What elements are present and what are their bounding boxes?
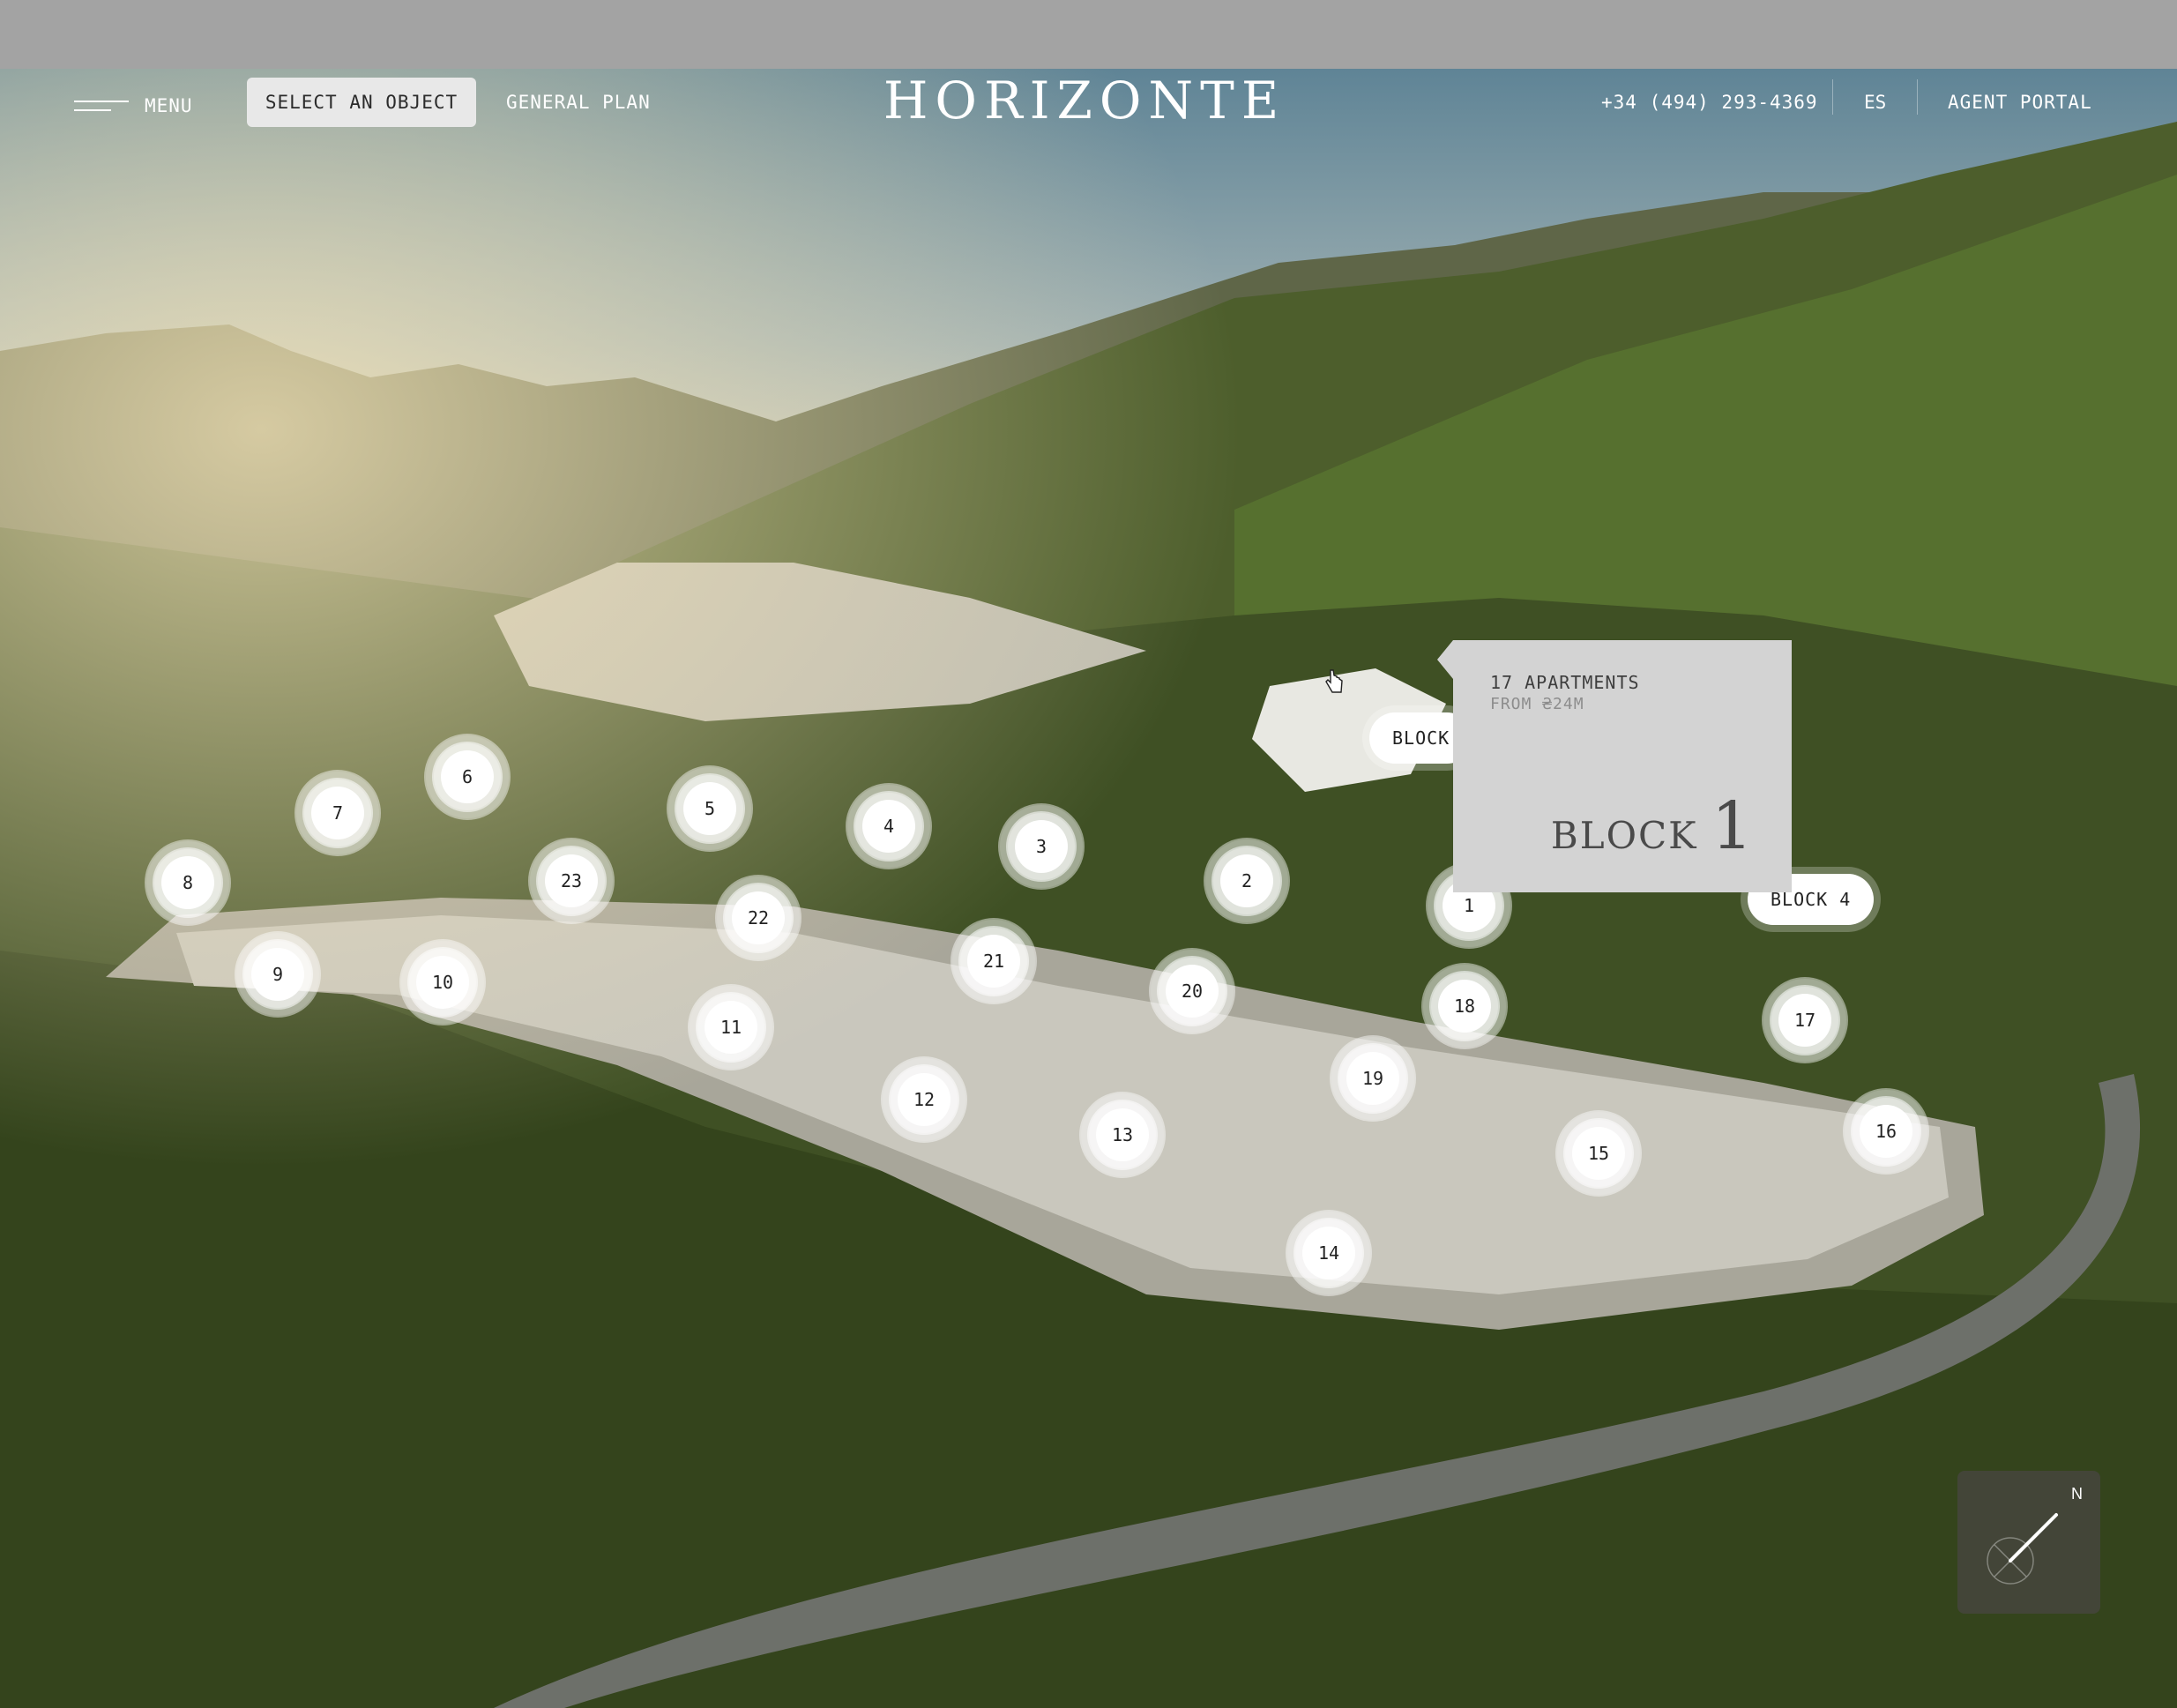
villa-marker[interactable]: 16 bbox=[1860, 1105, 1912, 1158]
select-object-button[interactable]: SELECT AN OBJECT bbox=[247, 78, 476, 127]
villa-marker[interactable]: 7 bbox=[311, 787, 364, 839]
villa-marker[interactable]: 8 bbox=[161, 856, 214, 909]
tooltip-block-number: 1 bbox=[1711, 788, 1755, 864]
hamburger-icon bbox=[74, 99, 129, 113]
villa-marker[interactable]: 5 bbox=[683, 782, 736, 835]
villa-marker[interactable]: 13 bbox=[1096, 1108, 1149, 1161]
browser-top-bar bbox=[0, 0, 2177, 69]
compass-north-label: N bbox=[2071, 1485, 2083, 1503]
menu-label: MENU bbox=[145, 95, 193, 116]
villa-marker[interactable]: 18 bbox=[1438, 980, 1491, 1033]
divider bbox=[1917, 79, 1918, 115]
general-plan-link[interactable]: GENERAL PLAN bbox=[506, 92, 651, 113]
phone-link[interactable]: +34 (494) 293-4369 bbox=[1601, 92, 1818, 113]
menu-button[interactable]: MENU bbox=[74, 95, 193, 116]
block-tooltip[interactable]: 17 APARTMENTS FROM ₴24M BLOCK 1 bbox=[1437, 640, 1792, 892]
villa-marker[interactable]: 20 bbox=[1166, 965, 1219, 1018]
divider bbox=[1832, 79, 1833, 115]
tooltip-apartments: 17 APARTMENTS bbox=[1490, 672, 1640, 693]
hand-cursor-icon bbox=[1325, 669, 1343, 693]
top-navigation: MENU SELECT AN OBJECT GENERAL PLAN HORIZ… bbox=[0, 69, 2177, 132]
villa-marker[interactable]: 4 bbox=[862, 800, 915, 853]
villa-marker[interactable]: 10 bbox=[416, 956, 469, 1009]
compass-widget[interactable]: N bbox=[1957, 1471, 2100, 1614]
agent-portal-link[interactable]: AGENT PORTAL bbox=[1948, 92, 2092, 113]
villa-marker[interactable]: 17 bbox=[1778, 994, 1831, 1047]
villa-marker[interactable]: 19 bbox=[1346, 1052, 1399, 1105]
tooltip-block-title: BLOCK 1 bbox=[1551, 788, 1755, 864]
villa-marker[interactable]: 11 bbox=[705, 1001, 757, 1054]
villa-marker[interactable]: 14 bbox=[1302, 1227, 1355, 1279]
villa-marker[interactable]: 15 bbox=[1572, 1127, 1625, 1180]
villa-marker[interactable]: 23 bbox=[545, 854, 598, 907]
villa-marker[interactable]: 22 bbox=[732, 891, 785, 944]
tooltip-pointer bbox=[1437, 640, 1453, 679]
villa-marker[interactable]: 12 bbox=[898, 1073, 951, 1126]
villa-marker[interactable]: 21 bbox=[967, 935, 1020, 988]
logo[interactable]: HORIZONTE bbox=[882, 69, 1287, 132]
language-switch[interactable]: ES bbox=[1864, 92, 1886, 113]
villa-marker[interactable]: 6 bbox=[441, 750, 494, 803]
villa-marker[interactable]: 3 bbox=[1015, 820, 1068, 873]
villa-marker[interactable]: 9 bbox=[251, 948, 304, 1001]
tooltip-block-word: BLOCK bbox=[1550, 814, 1698, 857]
villa-marker[interactable]: 2 bbox=[1220, 854, 1273, 907]
tooltip-price: FROM ₴24M bbox=[1490, 695, 1584, 713]
